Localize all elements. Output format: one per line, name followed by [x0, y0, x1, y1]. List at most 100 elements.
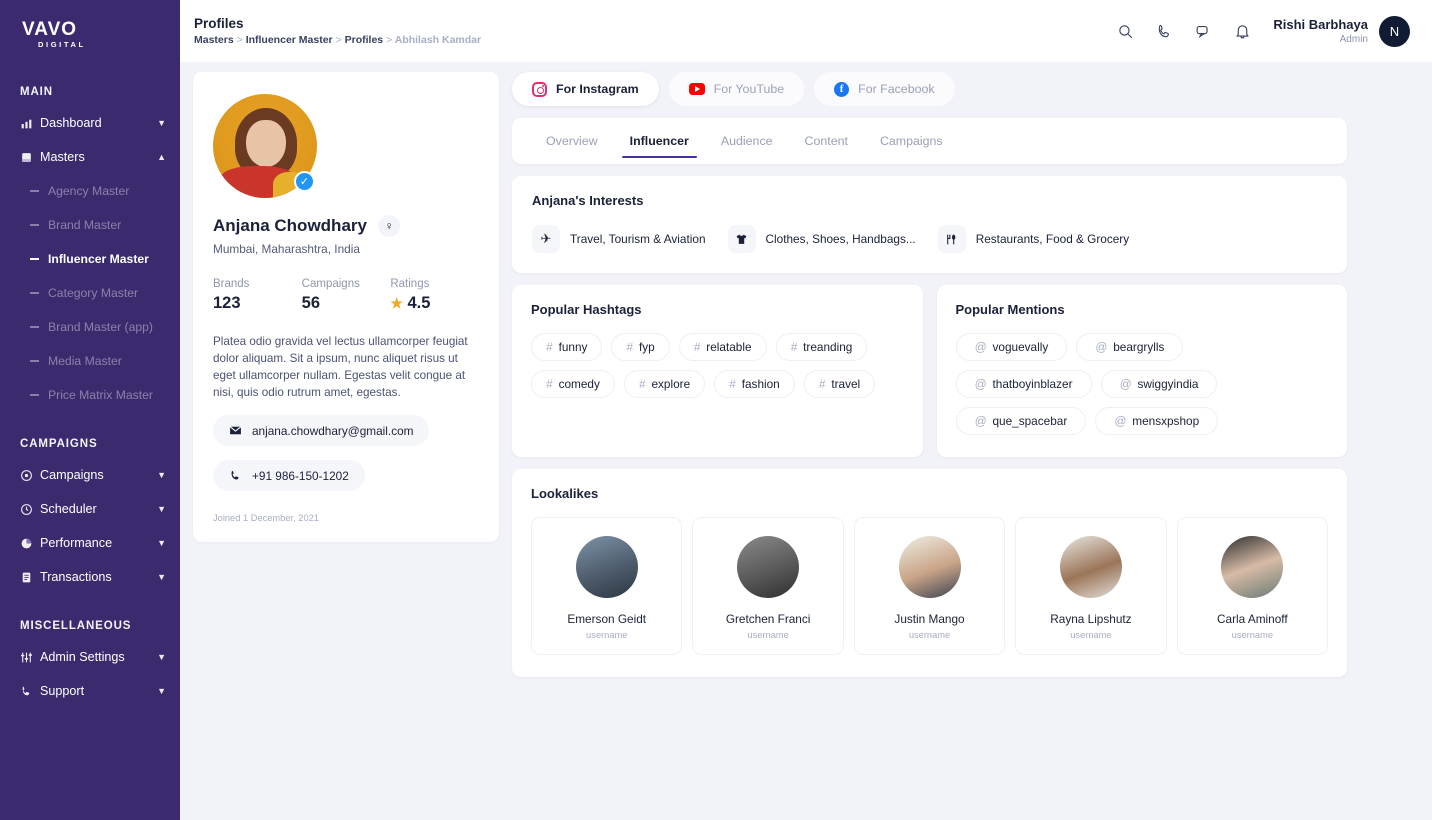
platform-tab-facebook[interactable]: f For Facebook [814, 72, 955, 106]
phone-pill[interactable]: +91 986-150-1202 [213, 460, 365, 491]
mail-icon [229, 426, 242, 435]
section-tabs: Overview Influencer Audience Content Cam… [512, 118, 1347, 164]
lookalike-name: Justin Mango [894, 612, 965, 626]
lookalike-item[interactable]: Justin Mango username [853, 517, 1006, 655]
mention-chip[interactable]: @ thatboyinblazer [955, 370, 1092, 398]
lookalike-username: username [1070, 630, 1112, 640]
tab-overview[interactable]: Overview [530, 118, 614, 164]
breadcrumb: Masters > Influencer Master > Profiles >… [194, 33, 1117, 48]
tab-audience[interactable]: Audience [705, 118, 789, 164]
profile-bio: Platea odio gravida vel lectus ullamcorp… [213, 335, 468, 399]
lookalike-avatar [898, 536, 961, 598]
app-root: VAVO DIGITAL MAIN Dashboard ▼ Masters ▲ … [0, 0, 1432, 820]
bell-icon[interactable] [1234, 23, 1251, 40]
user-name: Rishi Barbhaya [1273, 16, 1368, 32]
interest-item-restaurants[interactable]: Restaurants, Food & Grocery [937, 225, 1143, 253]
mention-chip[interactable]: @ beargrylls [1076, 333, 1184, 361]
stat-value-wrap: ★ 4.5 [390, 294, 479, 313]
hashtags-title: Popular Hashtags [531, 302, 642, 317]
lookalike-name: Carla Aminoff [1217, 612, 1288, 626]
tags-row: Popular Hashtags # funny # fyp # relatable … [512, 285, 1347, 457]
sidebar-subitem-media-master[interactable]: Media Master [0, 344, 180, 378]
platform-label: For YouTube [713, 82, 785, 96]
phone-icon[interactable] [1156, 23, 1173, 40]
hashtag-chip[interactable]: # comedy [531, 370, 615, 398]
hashtag-chip[interactable]: # travel [803, 370, 876, 398]
sidebar-item-support[interactable]: Support ▼ [0, 674, 180, 708]
lookalike-name: Rayna Lipshutz [1050, 612, 1132, 626]
hashtags-card: Popular Hashtags # funny # fyp # relatable … [512, 285, 923, 457]
hashtag-chip[interactable]: # treanding [775, 333, 868, 361]
sidebar-subitem-influencer-master[interactable]: Influencer Master [0, 242, 180, 276]
tab-content[interactable]: Content [789, 118, 864, 164]
tab-campaigns[interactable]: Campaigns [864, 118, 959, 164]
user-menu[interactable]: Rishi Barbhaya Admin N [1273, 15, 1410, 47]
profile-avatar-wrap: ✓ [213, 94, 317, 198]
mention-chip[interactable]: @ mensxpshop [1095, 407, 1219, 435]
lookalike-item[interactable]: Carla Aminoff username [1176, 517, 1329, 655]
lookalike-item[interactable]: Gretchen Franci username [692, 517, 844, 655]
sidebar-subitem-agency-master[interactable]: Agency Master [0, 174, 180, 208]
sidebar-subitem-price-matrix-master[interactable]: Price Matrix Master [0, 378, 180, 412]
interest-item-travel[interactable]: ✈ Travel, Tourism & Aviation [532, 225, 720, 253]
platform-tab-instagram[interactable]: For Instagram [512, 72, 659, 106]
chart-bar-icon [20, 117, 40, 130]
mention-chip[interactable]: @ voguevally [955, 333, 1068, 361]
lookalikes-card: Lookalikes Emerson Geidt username Gretch… [512, 469, 1347, 677]
hashtag-chip[interactable]: # fashion [714, 370, 795, 398]
at-icon: @ [1119, 377, 1132, 391]
hashtag-chip[interactable]: # relatable [678, 333, 767, 361]
stat-brands: Brands 123 [213, 278, 302, 313]
tab-influencer[interactable]: Influencer [614, 118, 705, 164]
profile-location: Mumbai, Maharashtra, India [213, 242, 360, 256]
sidebar-subitem-category-master[interactable]: Category Master [0, 276, 180, 310]
mention-chip[interactable]: @ swiggyindia [1100, 370, 1218, 398]
mentions-card: Popular Mentions @ voguevally @ beargrylls… [936, 285, 1347, 457]
logo[interactable]: VAVO DIGITAL [0, 14, 180, 60]
hashtag-chip[interactable]: # fyp [611, 333, 670, 361]
sliders-icon [20, 651, 40, 664]
chat-icon[interactable] [1195, 23, 1212, 40]
book-icon [20, 151, 40, 164]
pie-chart-icon [20, 537, 40, 550]
search-icon[interactable] [1117, 23, 1134, 40]
sidebar-item-admin-settings[interactable]: Admin Settings ▼ [0, 640, 180, 674]
hashtag-chip[interactable]: # explore [623, 370, 706, 398]
mention-label: que_spacebar [992, 414, 1068, 428]
mention-label: voguevally [992, 340, 1049, 354]
topbar-left: Profiles Masters > Influencer Master > P… [194, 15, 1117, 48]
airplane-icon: ✈ [532, 225, 560, 253]
sidebar-item-campaigns[interactable]: Campaigns ▼ [0, 458, 180, 492]
email-pill[interactable]: anjana.chowdhary@gmail.com [213, 415, 430, 446]
sidebar-item-label: Admin Settings [40, 650, 125, 664]
lookalike-username: username [908, 630, 951, 640]
lookalike-item[interactable]: Emerson Geidt username [531, 517, 683, 655]
hash-icon: # [790, 340, 798, 354]
sidebar-item-masters[interactable]: Masters ▲ [0, 140, 180, 174]
lookalike-item[interactable]: Rayna Lipshutz username [1015, 517, 1167, 655]
breadcrumb-item-influencer-master[interactable]: Influencer Master [246, 34, 333, 46]
interest-label: Travel, Tourism & Aviation [570, 232, 706, 246]
hashtag-chip[interactable]: # funny [531, 333, 603, 361]
chevron-down-icon: ▼ [157, 652, 166, 662]
lookalikes-list: Emerson Geidt username Gretchen Franci u… [531, 517, 1329, 655]
sidebar-item-transactions[interactable]: Transactions ▼ [0, 560, 180, 594]
email-text: anjana.chowdhary@gmail.com [252, 423, 414, 438]
sidebar-item-scheduler[interactable]: Scheduler ▼ [0, 492, 180, 526]
sidebar-item-performance[interactable]: Performance ▼ [0, 526, 180, 560]
sidebar-item-dashboard[interactable]: Dashboard ▼ [0, 106, 180, 140]
stat-label: Ratings [390, 278, 430, 290]
stat-campaigns: Campaigns 56 [302, 278, 391, 313]
mention-chip[interactable]: @ que_spacebar [955, 407, 1087, 435]
platform-tab-youtube[interactable]: For YouTube [668, 72, 805, 106]
avatar[interactable]: N [1379, 15, 1410, 47]
sidebar-subitem-brand-master-app[interactable]: Brand Master (app) [0, 310, 180, 344]
interest-item-clothes[interactable]: Clothes, Shoes, Handbags... [727, 225, 930, 253]
chevron-down-icon: ▼ [157, 118, 166, 128]
tshirt-icon [727, 225, 756, 253]
sidebar-item-label: Transactions [40, 570, 112, 584]
breadcrumb-item-masters[interactable]: Masters [194, 34, 234, 46]
hashtag-label: treanding [803, 340, 853, 354]
breadcrumb-item-profiles[interactable]: Profiles [345, 34, 384, 46]
sidebar-subitem-brand-master[interactable]: Brand Master [0, 208, 180, 242]
